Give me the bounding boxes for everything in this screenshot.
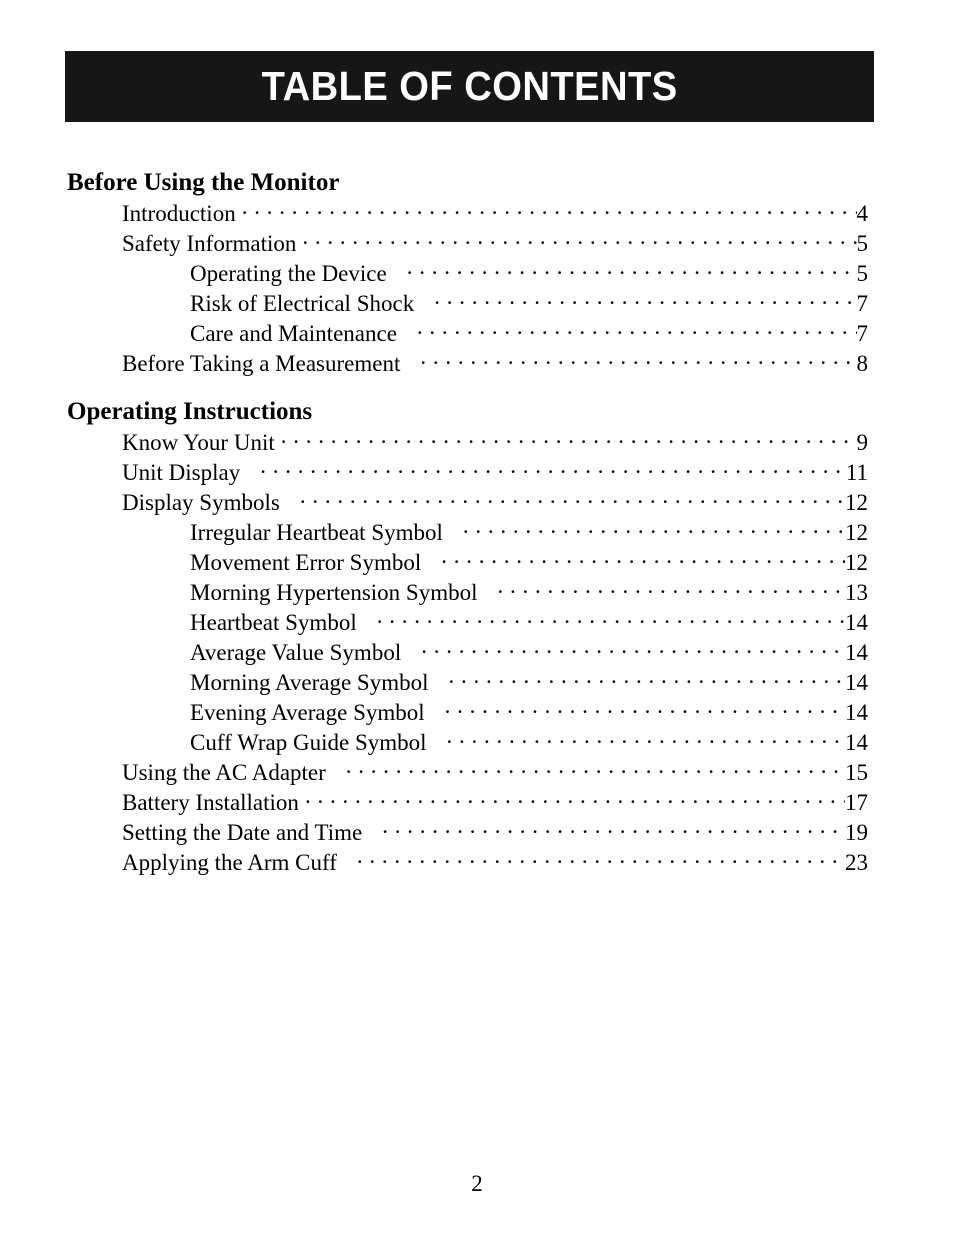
toc-section: Operating InstructionsKnow Your Unit9Uni… (0, 397, 954, 877)
toc-entry-page-number: 11 (845, 460, 868, 485)
toc-dot-leader (302, 228, 856, 251)
toc-dot-leader (260, 457, 846, 480)
toc-entry-page-number: 14 (845, 730, 868, 755)
toc-entry[interactable]: Know Your Unit 9 (0, 427, 954, 457)
toc-entry-title: Heartbeat Symbol (190, 610, 357, 635)
toc-dot-leader (434, 288, 856, 311)
toc-dot-leader (447, 727, 845, 750)
toc-entry[interactable]: Care and Maintenance 7 (0, 318, 954, 348)
toc-entry-title: Operating the Device (190, 261, 387, 286)
toc-entry-page-number: 7 (856, 321, 869, 346)
toc-entry-page-number: 14 (845, 670, 868, 695)
toc-dot-leader (300, 487, 845, 510)
toc-entry-page-number: 4 (856, 201, 869, 226)
toc-entry-title: Risk of Electrical Shock (190, 291, 415, 316)
toc-entry-title: Safety Information (122, 231, 297, 256)
toc-entry-title: Know Your Unit (122, 430, 275, 455)
toc-entry[interactable]: Setting the Date and Time 19 (0, 817, 954, 847)
toc-entry-title: Movement Error Symbol (190, 550, 422, 575)
toc-entry[interactable]: Irregular Heartbeat Symbol 12 (0, 517, 954, 547)
toc-section-heading: Operating Instructions (67, 398, 313, 425)
toc-dot-leader (421, 637, 845, 660)
toc-entry-title: Average Value Symbol (190, 640, 402, 665)
toc-entry[interactable]: Using the AC Adapter 15 (0, 757, 954, 787)
toc-dot-leader (346, 757, 845, 780)
toc-entry[interactable]: Heartbeat Symbol 14 (0, 607, 954, 637)
toc-entry[interactable]: Safety Information 5 (0, 228, 954, 258)
toc-entry[interactable]: Morning Average Symbol 14 (0, 667, 954, 697)
toc-entry-title: Battery Installation (122, 790, 299, 815)
toc-entry[interactable]: Display Symbols 12 (0, 487, 954, 517)
toc-entry-page-number: 12 (845, 520, 868, 545)
toc-entry-title: Irregular Heartbeat Symbol (190, 520, 443, 545)
toc-section: Before Using the MonitorIntroduction4Saf… (0, 168, 954, 378)
toc-dot-leader (281, 427, 857, 450)
toc-entry-title: Morning Hypertension Symbol (190, 580, 478, 605)
toc-entry[interactable]: Unit Display 11 (0, 457, 954, 487)
toc-entry-page-number: 15 (845, 760, 868, 785)
toc-entry-title: Cuff Wrap Guide Symbol (190, 730, 427, 755)
toc-dot-leader (498, 577, 846, 600)
table-of-contents-list: Before Using the MonitorIntroduction4Saf… (0, 168, 954, 877)
table-of-contents-banner: TABLE OF CONTENTS (65, 51, 874, 122)
toc-entry-title: Unit Display (122, 460, 241, 485)
toc-entry[interactable]: Movement Error Symbol 12 (0, 547, 954, 577)
toc-dot-leader (305, 787, 845, 810)
toc-entry-title: Before Taking a Measurement (122, 351, 401, 376)
toc-entry[interactable]: Risk of Electrical Shock 7 (0, 288, 954, 318)
toc-dot-leader (420, 348, 856, 371)
toc-entry-title: Setting the Date and Time (122, 820, 363, 845)
toc-entry-title: Evening Average Symbol (190, 700, 425, 725)
toc-entry-page-number: 14 (845, 700, 868, 725)
toc-entry-page-number: 9 (856, 430, 869, 455)
toc-dot-leader (377, 607, 845, 630)
footer-page-number: 2 (471, 1171, 483, 1196)
toc-entry-page-number: 8 (856, 351, 869, 376)
toc-entry[interactable]: Battery Installation 17 (0, 787, 954, 817)
toc-dot-leader (441, 547, 845, 570)
toc-entry-page-number: 14 (845, 610, 868, 635)
toc-dot-leader (449, 667, 846, 690)
toc-entry[interactable]: Introduction 4 (0, 198, 954, 228)
toc-entry-page-number: 19 (845, 820, 868, 845)
toc-entry[interactable]: Cuff Wrap Guide Symbol 14 (0, 727, 954, 757)
toc-entry-page-number: 14 (845, 640, 868, 665)
toc-entry-page-number: 5 (856, 231, 869, 256)
toc-entry-page-number: 5 (856, 261, 869, 286)
toc-dot-leader (417, 318, 857, 341)
page-title: TABLE OF CONTENTS (261, 63, 678, 109)
toc-entry-title: Introduction (122, 201, 236, 226)
toc-dot-leader (382, 817, 845, 840)
toc-entry-title: Using the AC Adapter (122, 760, 326, 785)
toc-section-heading: Before Using the Monitor (67, 169, 340, 196)
toc-dot-leader (407, 258, 857, 281)
toc-entry-page-number: 23 (845, 850, 868, 875)
toc-entry-page-number: 13 (845, 580, 868, 605)
toc-entry-title: Morning Average Symbol (190, 670, 429, 695)
toc-entry[interactable]: Evening Average Symbol 14 (0, 697, 954, 727)
toc-entry-title: Applying the Arm Cuff (122, 850, 337, 875)
toc-entry[interactable]: Average Value Symbol 14 (0, 637, 954, 667)
toc-dot-leader (463, 517, 845, 540)
toc-entry[interactable]: Operating the Device 5 (0, 258, 954, 288)
toc-entry-page-number: 17 (845, 790, 868, 815)
toc-entry-page-number: 7 (856, 291, 869, 316)
toc-entry-page-number: 12 (845, 490, 868, 515)
toc-entry[interactable]: Before Taking a Measurement 8 (0, 348, 954, 378)
toc-dot-leader (445, 697, 845, 720)
toc-dot-leader (357, 847, 845, 870)
toc-dot-leader (242, 198, 857, 221)
toc-entry-title: Care and Maintenance (190, 321, 397, 346)
toc-entry-title: Display Symbols (122, 490, 280, 515)
toc-entry[interactable]: Applying the Arm Cuff 23 (0, 847, 954, 877)
toc-entry[interactable]: Morning Hypertension Symbol 13 (0, 577, 954, 607)
toc-entry-page-number: 12 (845, 550, 868, 575)
